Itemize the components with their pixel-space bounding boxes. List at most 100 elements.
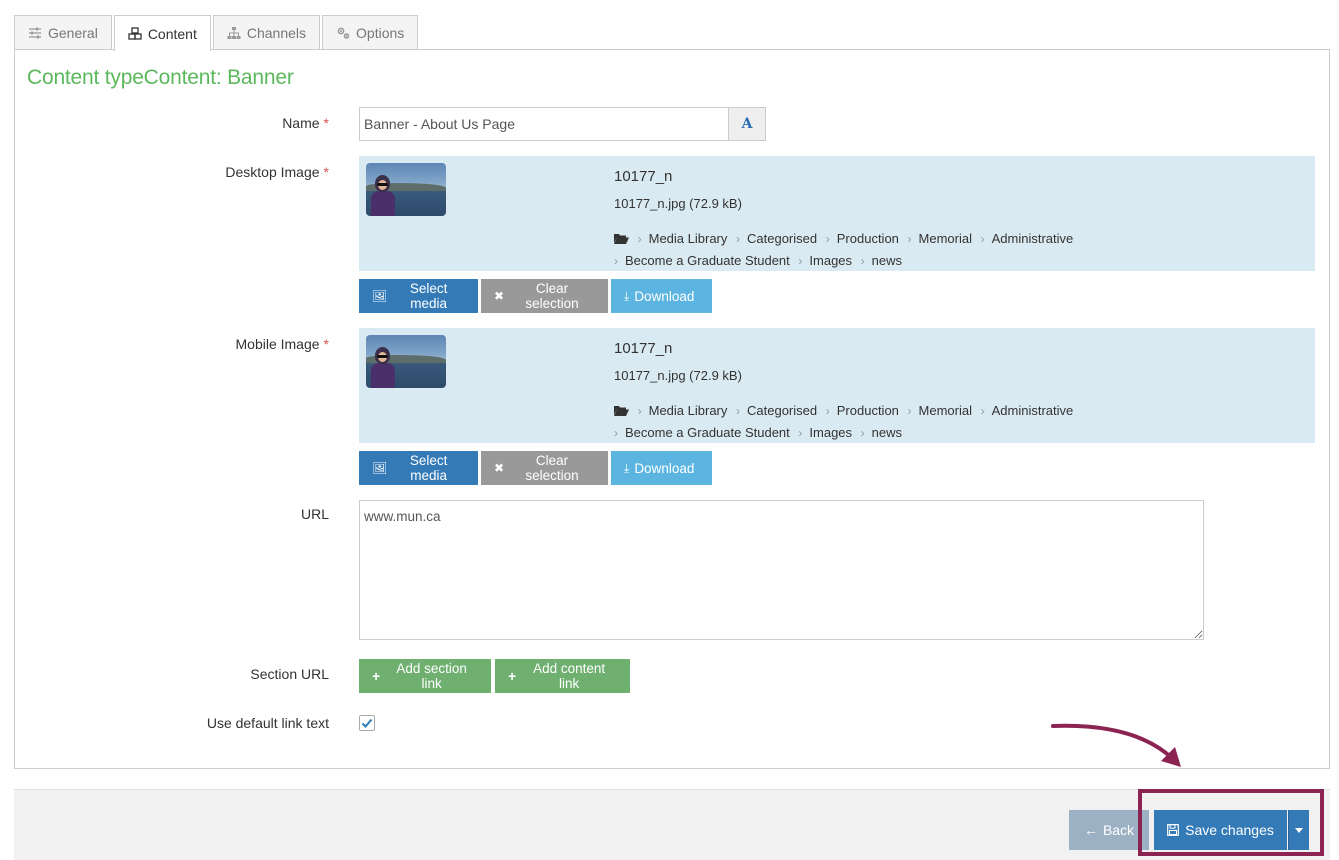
mobile-image-preview: 10177_n 10177_n.jpg (72.9 kB) › Media Lib… [359, 328, 1315, 443]
name-label: Name * [282, 115, 329, 131]
checkmark-icon [361, 718, 373, 728]
chevron-right-icon: › [980, 404, 985, 418]
path-item: Memorial [918, 403, 972, 418]
download-icon: ⤓ [624, 461, 630, 475]
select-media-button[interactable]: 🖼 Select media [359, 279, 478, 313]
floppy-disk-icon [1167, 824, 1180, 836]
cogs-icon [337, 27, 350, 39]
button-label: Add content link [533, 661, 606, 691]
download-button[interactable]: ⤓ Download [611, 279, 712, 313]
chevron-right-icon: › [825, 404, 830, 418]
button-label: Back [1102, 822, 1135, 838]
tab-label: Content [147, 25, 197, 42]
path-item: Categorised [747, 403, 818, 418]
section-url-label: Section URL [250, 666, 329, 682]
required-marker: * [323, 115, 329, 131]
path-item: Production [836, 231, 899, 246]
default-link-text-label: Use default link text [206, 715, 329, 731]
button-label: Clear selection [525, 453, 579, 483]
plus-icon: + [508, 668, 517, 684]
name-label-text: Name [282, 115, 320, 131]
sitemap-icon [227, 27, 241, 39]
desktop-image-thumbnail[interactable] [366, 163, 446, 216]
button-label: Download [634, 460, 695, 476]
path-item: Media Library [648, 403, 728, 418]
chevron-right-icon: › [736, 232, 741, 246]
url-label: URL [300, 506, 329, 522]
chevron-right-icon: › [798, 254, 803, 268]
tab-channels[interactable]: Channels [212, 15, 321, 50]
chevron-right-icon: › [614, 254, 618, 268]
caret-down-icon [1295, 827, 1303, 833]
chevron-right-icon: › [798, 426, 803, 440]
button-label: Select media [409, 281, 448, 311]
tab-label: Options [356, 25, 405, 41]
default-link-text-checkbox[interactable] [359, 715, 375, 731]
download-icon: ⤓ [624, 289, 630, 303]
media-path: › Media Library › Categorised › Production … [614, 400, 1234, 444]
save-changes-button[interactable]: Save changes [1154, 810, 1287, 850]
media-filename: 10177_n.jpg (72.9 kB) [614, 196, 742, 211]
path-item: Memorial [918, 231, 972, 246]
path-item: Administrative [991, 231, 1074, 246]
chevron-right-icon: › [637, 232, 642, 246]
path-item: Images [809, 425, 853, 440]
required-marker: * [323, 164, 329, 180]
desktop-image-label-text: Desktop Image [225, 164, 320, 180]
path-item: Categorised [747, 231, 818, 246]
media-filename: 10177_n.jpg (72.9 kB) [614, 368, 742, 383]
tab-label: General [48, 25, 98, 41]
chevron-right-icon: › [907, 404, 912, 418]
button-label: Clear selection [525, 281, 579, 311]
chevron-right-icon: › [825, 232, 830, 246]
mobile-image-label-text: Mobile Image [235, 336, 320, 352]
path-item: Become a Graduate Student [625, 253, 790, 268]
tab-content[interactable]: Content [113, 15, 211, 51]
media-title: 10177_n [614, 340, 673, 357]
media-path: › Media Library › Categorised › Production … [614, 228, 1234, 272]
image-icon: 🖼 [372, 461, 388, 475]
add-content-link-button[interactable]: + Add content link [495, 659, 630, 693]
chevron-right-icon: › [614, 426, 618, 440]
sliders-icon [29, 27, 41, 39]
download-button[interactable]: ⤓ Download [611, 451, 712, 485]
mobile-image-label: Mobile Image * [236, 336, 330, 352]
tab-bar: General Content Channels Options [14, 15, 420, 51]
chevron-right-icon: › [860, 426, 865, 440]
tab-general[interactable]: General [14, 15, 112, 50]
plus-icon: + [372, 668, 381, 684]
clear-selection-button[interactable]: ✖ Clear selection [481, 279, 608, 313]
media-title: 10177_n [614, 168, 673, 185]
path-item: Media Library [648, 231, 728, 246]
path-item: Administrative [991, 403, 1074, 418]
content-panel: Content typeContent: Banner Name* A Desk… [14, 49, 1330, 769]
path-item: Become a Graduate Student [625, 425, 790, 440]
close-icon: ✖ [494, 461, 505, 475]
image-icon: 🖼 [372, 289, 388, 303]
folder-open-icon [614, 406, 629, 416]
path-item: Production [836, 403, 899, 418]
tab-options[interactable]: Options [322, 15, 419, 50]
page-title: Content typeContent: Banner [27, 66, 294, 89]
folder-open-icon [614, 234, 629, 244]
chevron-right-icon: › [907, 232, 912, 246]
required-marker: * [323, 336, 329, 352]
chevron-right-icon: › [860, 254, 865, 268]
button-label: Save changes [1185, 822, 1274, 838]
path-item: news [871, 253, 903, 268]
language-button[interactable]: A [728, 107, 766, 141]
path-item: Images [809, 253, 853, 268]
button-label: Add section link [396, 661, 467, 691]
select-media-button[interactable]: 🖼 Select media [359, 451, 478, 485]
clear-selection-button[interactable]: ✖ Clear selection [481, 451, 608, 485]
chevron-right-icon: › [980, 232, 985, 246]
name-input[interactable] [359, 107, 728, 141]
back-button[interactable]: ← Back [1069, 810, 1149, 850]
save-options-dropdown[interactable] [1288, 810, 1309, 850]
chevron-right-icon: › [736, 404, 741, 418]
url-textarea[interactable]: www.mun.ca [359, 500, 1204, 640]
mobile-image-thumbnail[interactable] [366, 335, 446, 388]
cubes-icon [128, 26, 142, 40]
desktop-image-preview: 10177_n 10177_n.jpg (72.9 kB) › Media Lib… [359, 156, 1315, 271]
add-section-link-button[interactable]: + Add section link [359, 659, 491, 693]
